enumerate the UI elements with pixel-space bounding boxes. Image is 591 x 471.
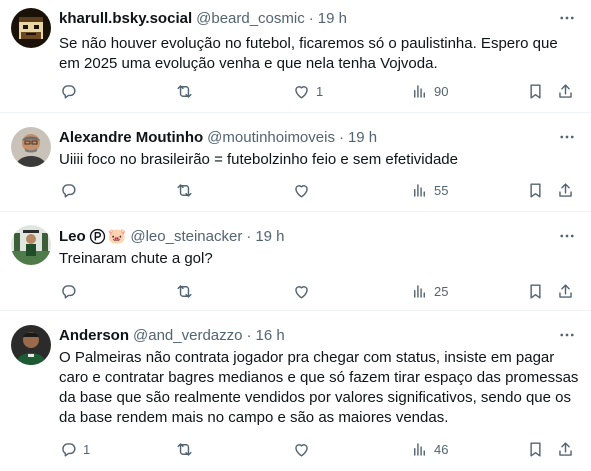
repost-button[interactable] (175, 82, 199, 101)
like-count: 1 (316, 84, 324, 99)
tweet-header: kharull.bsky.social @beard_cosmic · 19 h (59, 8, 581, 28)
tweet-header: Leo 🐷 @leo_steinacker · 19 h (59, 226, 581, 246)
avatar[interactable] (11, 325, 51, 365)
user-handle[interactable]: @moutinhoimoveis (207, 129, 335, 146)
tweet-text: Se não houver evolução no futebol, ficar… (59, 35, 558, 72)
separator-dot: · (338, 128, 344, 146)
bookmark-icon (530, 442, 541, 457)
repost-button[interactable] (175, 440, 199, 459)
tweet[interactable]: kharull.bsky.social @beard_cosmic · 19 h… (0, 0, 591, 113)
bookmark-button[interactable] (526, 282, 545, 301)
share-icon (559, 183, 572, 197)
display-name[interactable]: Anderson (59, 327, 129, 344)
separator-dot: · (246, 326, 252, 344)
reply-icon (62, 184, 76, 198)
share-icon (559, 84, 572, 98)
reply-icon (62, 443, 76, 457)
more-icon[interactable] (557, 325, 577, 345)
tweet[interactable]: Alexandre Moutinho @moutinhoimoveis · 19… (0, 113, 591, 212)
views-icon (414, 85, 425, 98)
timestamp[interactable]: 19 h (348, 129, 377, 146)
share-button[interactable] (556, 440, 575, 459)
display-name[interactable]: kharull.bsky.social (59, 10, 192, 27)
user-handle[interactable]: @beard_cosmic (196, 10, 305, 27)
avatar[interactable] (11, 127, 51, 167)
bookmark-icon (530, 84, 541, 99)
tweet-actions: 55 (59, 181, 579, 201)
more-icon[interactable] (557, 127, 577, 147)
share-button[interactable] (556, 82, 575, 101)
reply-button[interactable]: 1 (59, 440, 90, 459)
share-button[interactable] (556, 181, 575, 200)
like-icon (295, 86, 308, 99)
tweet-text: Uiiii foco no brasileirão = futebolzinho… (59, 151, 458, 168)
timestamp[interactable]: 16 h (255, 327, 284, 344)
avatar[interactable] (11, 225, 51, 265)
like-button[interactable]: 1 (292, 82, 323, 101)
bookmark-icon (530, 183, 541, 198)
separator-dot: · (246, 227, 252, 245)
views-icon (414, 443, 425, 456)
user-handle[interactable]: @and_verdazzo (133, 327, 242, 344)
separator-dot: · (308, 9, 314, 27)
tweet[interactable]: Anderson @and_verdazzo · 16 h O Palmeira… (0, 311, 591, 471)
tweet-actions: 1 46 (59, 440, 579, 460)
display-name[interactable]: Leo (59, 228, 86, 245)
views-button[interactable]: 25 (410, 282, 448, 301)
tweet-header: Alexandre Moutinho @moutinhoimoveis · 19… (59, 127, 581, 147)
tweet-actions: 1 90 (59, 82, 579, 102)
like-icon (295, 286, 308, 299)
views-button[interactable]: 55 (410, 181, 448, 200)
views-button[interactable]: 90 (410, 82, 448, 101)
reply-button[interactable] (59, 282, 83, 301)
reply-button[interactable] (59, 82, 83, 101)
reply-count: 1 (83, 442, 91, 457)
timestamp[interactable]: 19 h (255, 228, 284, 245)
share-icon (559, 284, 572, 298)
avatar[interactable] (11, 8, 51, 48)
bookmark-button[interactable] (526, 82, 545, 101)
like-button[interactable] (292, 181, 316, 200)
bookmark-icon (530, 284, 541, 299)
bookmark-button[interactable] (526, 440, 545, 459)
view-count: 25 (434, 284, 449, 299)
tweet[interactable]: Leo 🐷 @leo_steinacker · 19 h Treinaram c… (0, 212, 591, 311)
user-handle[interactable]: @leo_steinacker (130, 228, 242, 245)
tweet-text: O Palmeiras não contrata jogador pra che… (59, 349, 579, 426)
repost-icon (177, 184, 192, 197)
tweet-actions: 25 (59, 282, 579, 302)
repost-icon (177, 443, 192, 456)
reply-icon (62, 285, 76, 299)
repost-icon (177, 285, 192, 298)
tweet-header: Anderson @and_verdazzo · 16 h (59, 325, 581, 345)
views-button[interactable]: 46 (410, 440, 448, 459)
like-button[interactable] (292, 282, 316, 301)
display-name[interactable]: Alexandre Moutinho (59, 129, 203, 146)
like-icon (295, 444, 308, 457)
repost-button[interactable] (175, 181, 199, 200)
tweet-text: Treinaram chute a gol? (59, 250, 213, 267)
repost-button[interactable] (175, 282, 199, 301)
bookmark-button[interactable] (526, 181, 545, 200)
view-count: 90 (434, 84, 449, 99)
like-icon (295, 185, 308, 198)
more-icon[interactable] (557, 226, 577, 246)
pig-emoji-icon: 🐷 (107, 227, 127, 245)
name-badges: 🐷 (89, 227, 127, 245)
share-icon (559, 442, 572, 456)
view-count: 46 (434, 442, 449, 457)
view-count: 55 (434, 183, 449, 198)
repost-icon (177, 85, 192, 98)
views-icon (414, 285, 425, 298)
reply-button[interactable] (59, 181, 83, 200)
more-icon[interactable] (557, 8, 577, 28)
like-button[interactable] (292, 440, 316, 459)
views-icon (414, 184, 425, 197)
parking-badge-icon (89, 228, 105, 244)
timestamp[interactable]: 19 h (318, 10, 347, 27)
reply-icon (62, 85, 76, 99)
share-button[interactable] (556, 282, 575, 301)
